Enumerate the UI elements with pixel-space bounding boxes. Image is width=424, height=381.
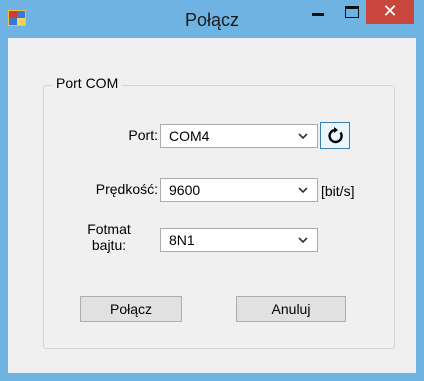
minimize-icon[interactable] [302,0,336,24]
speed-combobox[interactable]: 9600 [160,178,318,202]
close-icon[interactable]: ✕ [366,0,414,24]
refresh-icon [328,127,343,144]
maximize-icon[interactable] [336,0,368,24]
groupbox-title: Port COM [52,75,123,91]
refresh-button[interactable] [320,122,350,149]
cancel-button[interactable]: Anuluj [236,296,346,322]
speed-label: Prędkość: [95,181,158,197]
chevron-down-icon[interactable] [295,181,311,199]
chevron-down-icon[interactable] [295,231,311,249]
connect-dialog-window: Połącz ✕ Port COM Port: COM4 Prędkość: 9… [0,0,424,381]
port-combobox-value: COM4 [169,128,210,144]
byte-format-label: Fotmat bajtu: [76,221,142,253]
chevron-down-icon[interactable] [295,127,311,145]
byte-format-label-line2: bajtu: [91,237,127,253]
connect-button[interactable]: Połącz [80,296,182,322]
dialog-body: Port COM Port: COM4 Prędkość: 9600 [bit/… [8,38,416,373]
port-label: Port: [128,127,158,143]
port-combobox[interactable]: COM4 [160,124,318,148]
speed-unit-label: [bit/s] [321,183,355,199]
title-bar[interactable]: Połącz ✕ [0,0,424,38]
byte-format-label-line1: Fotmat [87,221,131,237]
byte-format-combobox[interactable]: 8N1 [160,228,318,252]
byte-format-combobox-value: 8N1 [169,232,195,248]
speed-combobox-value: 9600 [169,182,201,198]
